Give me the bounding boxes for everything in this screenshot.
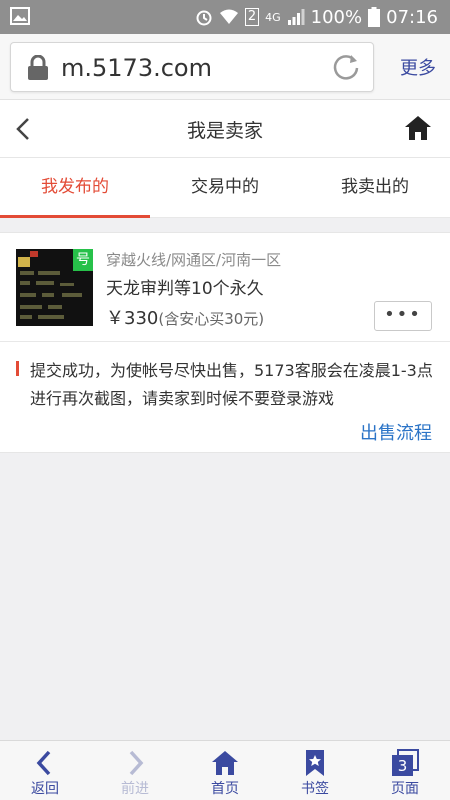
lock-icon <box>28 55 48 80</box>
nav-back[interactable]: 返回 <box>0 741 90 800</box>
listing-thumbnail[interactable]: 号 <box>16 249 93 326</box>
pages-count: 3 <box>398 757 408 775</box>
network-type: 4G <box>265 10 281 24</box>
seller-tabs: 我发布的 交易中的 我卖出的 <box>0 158 450 218</box>
nav-home-label: 首页 <box>211 781 239 797</box>
page-header: 我是卖家 <box>0 100 450 158</box>
nav-home[interactable]: 首页 <box>180 741 270 800</box>
nav-pages[interactable]: 3 页面 <box>360 741 450 800</box>
listing-more-button[interactable]: ••• <box>374 301 432 331</box>
pages-icon: 3 <box>392 749 419 776</box>
card-divider <box>0 341 450 342</box>
wifi-icon <box>219 9 238 24</box>
price-note: (含安心买30元) <box>158 310 265 328</box>
home-icon <box>212 751 238 775</box>
tab-sold[interactable]: 我卖出的 <box>300 158 450 217</box>
signal-icon <box>287 9 305 25</box>
reload-icon[interactable] <box>331 52 361 82</box>
browser-toolbar: m.5173.com 更多 <box>0 34 450 100</box>
account-tag: 号 <box>73 249 93 271</box>
submission-notice: 提交成功，为使帐号尽快出售，5173客服会在凌晨1-3点进行再次截图，请卖家到时… <box>30 361 433 408</box>
address-bar[interactable]: m.5173.com <box>10 42 374 92</box>
listing-category: 穿越火线/网通区/河南一区 <box>106 251 282 269</box>
browser-bottom-nav: 返回 前进 首页 书签 3 页面 <box>0 740 450 800</box>
listing-name[interactable]: 天龙审判等10个永久 <box>106 274 264 299</box>
url-text: m.5173.com <box>61 54 212 82</box>
nav-forward-label: 前进 <box>121 781 149 797</box>
home-icon[interactable] <box>404 115 432 141</box>
battery-percent: 100% <box>310 6 363 28</box>
nav-forward[interactable]: 前进 <box>90 741 180 800</box>
sim-indicator: 2 <box>244 8 260 26</box>
gallery-icon <box>10 7 30 25</box>
listing-card: 号 穿越火线/网通区/河南一区 天龙审判等10个永久 ￥330(含安心买30元)… <box>0 232 450 453</box>
notice-marker <box>16 361 19 376</box>
listing-price: ￥330(含安心买30元) <box>106 304 264 330</box>
tab-in-trade[interactable]: 交易中的 <box>150 158 300 217</box>
alarm-icon <box>196 10 212 26</box>
price-value: ￥330 <box>106 308 159 329</box>
back-arrow-icon <box>36 750 51 776</box>
nav-back-label: 返回 <box>31 781 59 797</box>
nav-pages-label: 页面 <box>391 781 419 797</box>
nav-bookmarks-label: 书签 <box>301 781 329 797</box>
bookmark-icon <box>306 750 324 776</box>
forward-arrow-icon <box>129 750 144 776</box>
more-menu-button[interactable]: 更多 <box>400 54 436 80</box>
clock: 07:16 <box>386 6 438 28</box>
page-title: 我是卖家 <box>186 120 263 142</box>
tab-my-published[interactable]: 我发布的 <box>0 158 150 218</box>
nav-bookmarks[interactable]: 书签 <box>270 741 360 800</box>
status-bar: 2 4G 100% 07:16 <box>0 0 450 34</box>
battery-icon <box>368 7 381 27</box>
sell-process-link[interactable]: 出售流程 <box>360 419 432 445</box>
